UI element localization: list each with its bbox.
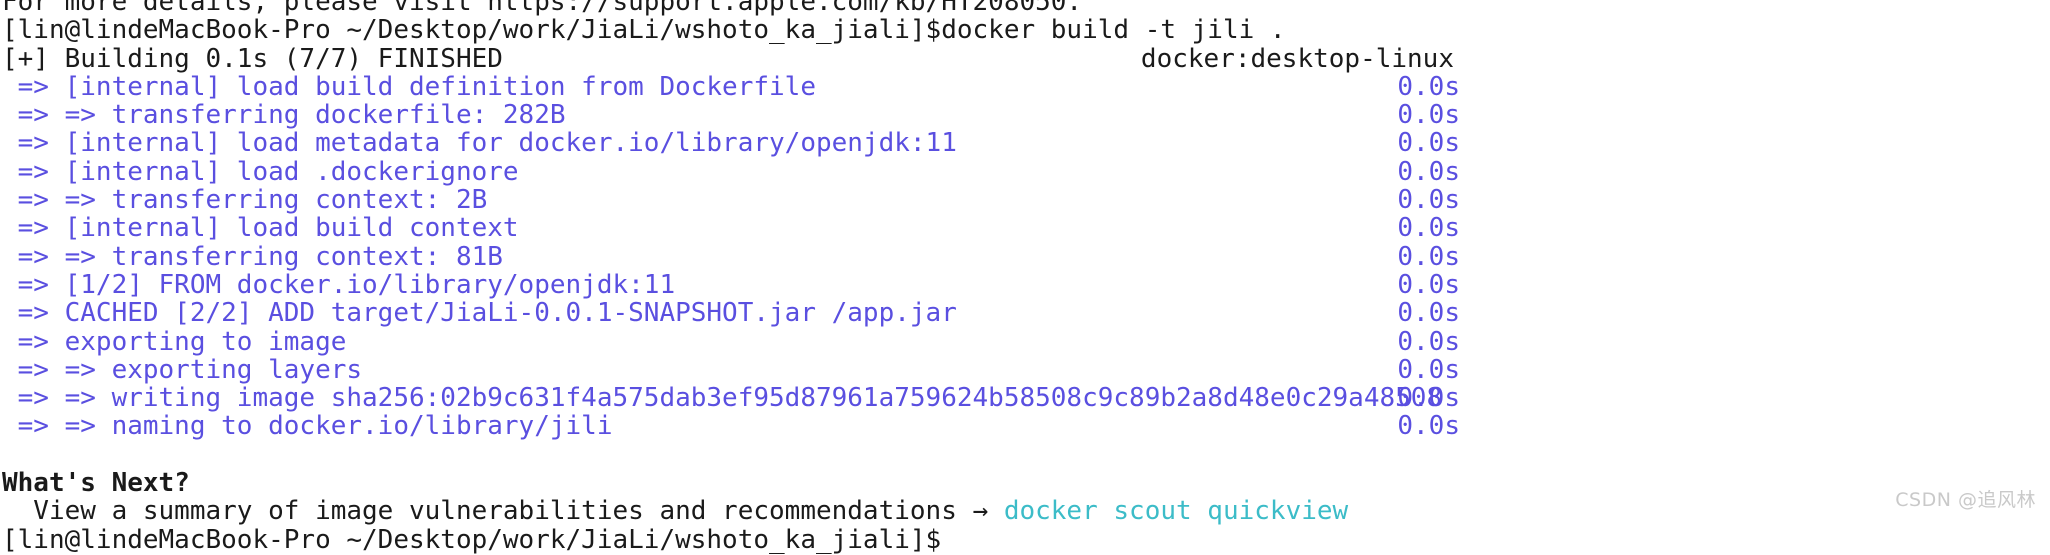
build-step-row: => => naming to docker.io/library/jili 0.… [2, 411, 2050, 442]
build-step-duration: 0.0s [1397, 411, 1460, 442]
build-step-text: => [1/2] FROM docker.io/library/openjdk:… [2, 269, 676, 300]
build-step-text: => => exporting layers [2, 354, 363, 385]
build-step-row: => exporting to image 0.0s [2, 326, 2050, 357]
build-step-duration: 0.0s [1397, 269, 1460, 300]
build-step-row: => => exporting layers 0.0s [2, 354, 2050, 385]
build-step-text: => => transferring context: 2B [2, 185, 488, 216]
terminal-prompt-line: [lin@lindeMacBook-Pro ~/Desktop/work/Jia… [2, 15, 1286, 46]
build-step-duration: 0.0s [1397, 383, 1460, 414]
build-step-text: => => transferring context: 81B [2, 241, 503, 272]
build-header-row: [+] Building 0.1s (7/7) FINISHED docker:… [2, 43, 2050, 74]
build-step-text: => [internal] load .dockerignore [2, 156, 519, 187]
build-header-label: [+] Building 0.1s (7/7) FINISHED [2, 43, 503, 74]
build-step-duration: 0.0s [1397, 354, 1460, 385]
build-step-text: => => naming to docker.io/library/jili [2, 411, 613, 442]
build-step-text: => exporting to image [2, 326, 347, 357]
terminal-scrollback: For more details, please visit https://s… [2, 0, 2050, 554]
build-step-duration: 0.0s [1397, 100, 1460, 131]
build-step-duration: 0.0s [1397, 326, 1460, 357]
csdn-watermark: CSDN @追风林 [1895, 488, 2036, 511]
build-step-duration: 0.0s [1397, 298, 1460, 329]
build-step-text: => [internal] load build definition from… [2, 71, 816, 102]
terminal-window[interactable]: For more details, please visit https://s… [0, 0, 2050, 554]
build-step-duration: 0.0s [1397, 71, 1460, 102]
whats-next-row: View a summary of image vulnerabilities … [2, 497, 2050, 525]
whats-next-description: View a summary of image vulnerabilities … [2, 496, 1004, 527]
build-step-row: => CACHED [2/2] ADD target/JiaLi-0.0.1-S… [2, 298, 2050, 329]
build-step-row: => => writing image sha256:02b9c631f4a57… [2, 383, 2050, 414]
build-step-duration: 0.0s [1397, 128, 1460, 159]
build-step-row: => => transferring context: 81B 0.0s [2, 241, 2050, 272]
build-step-row: => => transferring context: 2B 0.0s [2, 185, 2050, 216]
build-step-row: => [internal] load .dockerignore 0.0s [2, 156, 2050, 187]
build-step-text: => [internal] load build context [2, 213, 519, 244]
build-step-duration: 0.0s [1397, 156, 1460, 187]
build-step-row: => [internal] load metadata for docker.i… [2, 128, 2050, 159]
build-step-row: => [1/2] FROM docker.io/library/openjdk:… [2, 269, 2050, 300]
build-step-duration: 0.0s [1397, 241, 1460, 272]
build-step-list: => [internal] load build definition from… [2, 73, 2050, 441]
build-step-text: => [internal] load metadata for docker.i… [2, 128, 957, 159]
build-step-text: => CACHED [2/2] ADD target/JiaLi-0.0.1-S… [2, 298, 957, 329]
build-step-duration: 0.0s [1397, 185, 1460, 216]
whats-next-title: What's Next? [2, 468, 190, 499]
terminal-line-clipped-top: For more details, please visit https://s… [2, 0, 1083, 17]
build-step-text: => => transferring dockerfile: 282B [2, 100, 566, 131]
build-driver-label: docker:desktop-linux [1140, 43, 1454, 74]
build-step-text: => => writing image sha256:02b9c631f4a57… [2, 383, 1443, 414]
build-step-duration: 0.0s [1397, 213, 1460, 244]
build-step-row: => [internal] load build context 0.0s [2, 213, 2050, 244]
docker-scout-quickview-command[interactable]: docker scout quickview [1004, 496, 1348, 526]
build-step-row: => => transferring dockerfile: 282B 0.0s [2, 100, 2050, 131]
build-step-row: => [internal] load build definition from… [2, 71, 2050, 102]
